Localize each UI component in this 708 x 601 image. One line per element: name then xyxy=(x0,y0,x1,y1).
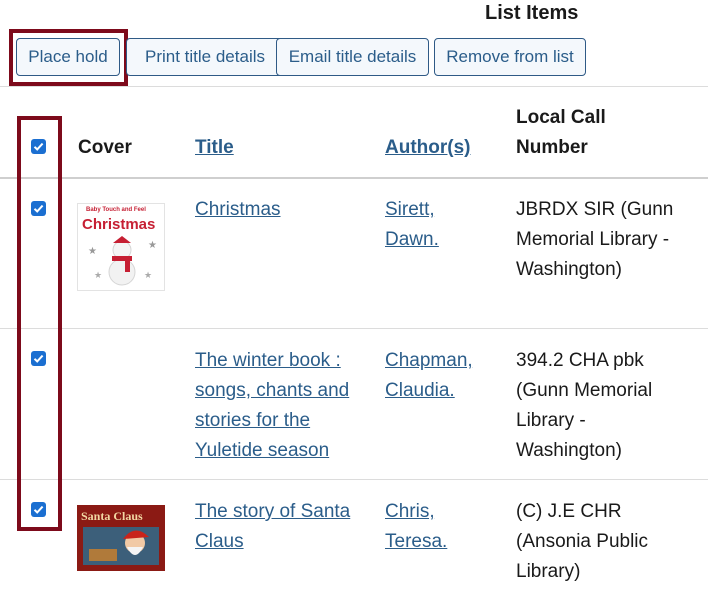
call-line: Washington) xyxy=(516,440,622,461)
row-3-author[interactable]: Chris, Teresa. xyxy=(385,497,447,557)
santa-illustration xyxy=(83,527,159,565)
header-cover: Cover xyxy=(78,137,132,158)
call-line: JBRDX SIR (Gunn xyxy=(516,199,674,220)
row-2-call-number: 394.2 CHA pbk (Gunn Memorial Library - W… xyxy=(516,346,652,466)
remove-from-list-button[interactable]: Remove from list xyxy=(434,38,586,76)
row-2-author[interactable]: Chapman, Claudia. xyxy=(385,346,473,406)
header-title[interactable]: Title xyxy=(195,137,234,159)
title-link-line4[interactable]: Yuletide season xyxy=(195,440,329,461)
header-author[interactable]: Author(s) xyxy=(385,137,470,159)
row-1-author[interactable]: Sirett, Dawn. xyxy=(385,195,439,255)
title-link-line3[interactable]: stories for the xyxy=(195,410,310,431)
svg-text:★: ★ xyxy=(148,240,157,251)
sort-by-title-link[interactable]: Title xyxy=(195,137,234,158)
svg-text:★: ★ xyxy=(88,246,97,257)
title-link-line1[interactable]: The winter book : xyxy=(195,350,341,371)
author-link-line1[interactable]: Sirett, xyxy=(385,199,435,220)
call-line: Library - xyxy=(516,410,586,431)
author-link-line2[interactable]: Teresa. xyxy=(385,531,447,552)
cover-title-text: Santa Claus xyxy=(81,509,143,523)
row-1-title[interactable]: Christmas xyxy=(195,195,281,225)
title-link-line2[interactable]: songs, chants and xyxy=(195,380,349,401)
svg-text:★: ★ xyxy=(94,270,102,280)
row-3-call-number: (C) J.E CHR (Ansonia Public Library) xyxy=(516,497,648,587)
title-link-line2[interactable]: Claus xyxy=(195,531,244,552)
call-line: (C) J.E CHR xyxy=(516,501,622,522)
call-line: Library) xyxy=(516,561,581,582)
header-call-number-line1: Local Call xyxy=(516,107,606,128)
email-title-details-button[interactable]: Email title details xyxy=(276,38,429,76)
cover-title-text: Christmas xyxy=(82,216,156,233)
sort-by-author-link[interactable]: Author(s) xyxy=(385,137,470,158)
title-link[interactable]: Christmas xyxy=(195,199,281,220)
author-link-line1[interactable]: Chris, xyxy=(385,501,435,522)
list-items-heading: List Items xyxy=(485,2,579,24)
row-divider xyxy=(0,328,708,329)
author-link-line1[interactable]: Chapman, xyxy=(385,350,473,371)
call-line: Washington) xyxy=(516,259,622,280)
call-line: 394.2 CHA pbk xyxy=(516,350,644,371)
checkbox-column-highlight xyxy=(17,116,62,531)
author-link-line2[interactable]: Dawn. xyxy=(385,229,439,250)
title-link-line1[interactable]: The story of Santa xyxy=(195,501,350,522)
call-line: Memorial Library - xyxy=(516,229,670,250)
snowman-illustration: ★ ★ ★ ★ xyxy=(88,236,157,286)
row-3-title[interactable]: The story of Santa Claus xyxy=(195,497,350,557)
row-divider xyxy=(0,479,708,480)
toolbar-divider xyxy=(0,86,708,87)
call-line: (Ansonia Public xyxy=(516,531,649,552)
cover-christmas[interactable]: Baby Touch and Feel Christmas ★ ★ ★ ★ xyxy=(77,203,165,291)
print-title-details-button[interactable]: Print title details xyxy=(126,38,284,76)
header-divider xyxy=(0,177,708,179)
cover-santa-claus[interactable]: Santa Claus xyxy=(77,505,165,571)
cover-series-text: Baby Touch and Feel xyxy=(86,207,146,213)
svg-text:★: ★ xyxy=(144,270,152,280)
call-line: (Gunn Memorial xyxy=(516,380,653,401)
row-1-call-number: JBRDX SIR (Gunn Memorial Library - Washi… xyxy=(516,195,673,285)
author-link-line2[interactable]: Claudia. xyxy=(385,380,455,401)
row-2-title[interactable]: The winter book : songs, chants and stor… xyxy=(195,346,349,466)
header-call-number-line2: Number xyxy=(516,137,588,158)
place-hold-button[interactable]: Place hold xyxy=(16,38,120,76)
